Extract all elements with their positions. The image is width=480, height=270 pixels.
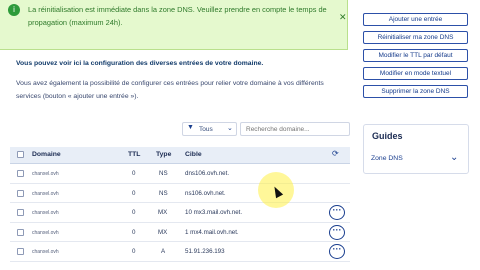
- success-alert: i La réinitialisation est immédiate dans…: [0, 0, 348, 50]
- cell-target: ns106.ovh.net.: [185, 189, 226, 197]
- cell-ttl: 0: [132, 248, 136, 255]
- cell-type: MX: [158, 228, 168, 236]
- cell-domain: chanxel.ovh: [32, 249, 59, 255]
- cell-domain: chanxel.ovh: [32, 171, 59, 177]
- cell-domain: chanxel.ovh: [32, 210, 59, 216]
- dns-records-table: Domaine TTL Type Cible ⟳ chanxel.ovh 0 N…: [10, 147, 350, 262]
- cell-type: A: [161, 248, 166, 255]
- cell-target: dns106.ovh.net.: [185, 170, 230, 177]
- table-header: Domaine TTL Type Cible ⟳: [10, 147, 350, 164]
- chevron-down-icon[interactable]: ⌄: [450, 152, 458, 163]
- cell-ttl: 0: [132, 209, 136, 216]
- cell-domain: chanxel.ovh: [32, 229, 59, 236]
- modify-default-ttl-button[interactable]: Modifier le TTL par défaut: [363, 49, 468, 62]
- cell-ttl: 0: [132, 170, 136, 177]
- guides-item-dns-zone[interactable]: Zone DNS: [371, 155, 403, 162]
- row-checkbox[interactable]: [17, 248, 24, 255]
- close-icon[interactable]: ✕: [339, 12, 347, 23]
- search-domain-input[interactable]: [240, 122, 350, 136]
- cell-ttl: 0: [132, 228, 136, 236]
- filter-label: Tous: [199, 126, 213, 133]
- column-type[interactable]: Type: [156, 151, 171, 158]
- row-checkbox[interactable]: [17, 209, 24, 216]
- cell-type: MX: [158, 209, 168, 216]
- description-text: Vous avez également la possibilité de co…: [16, 80, 324, 100]
- table-row: chanxel.ovh 0 MX 10 mx3.mail.ovh.net. ··…: [10, 203, 350, 223]
- modify-text-mode-button[interactable]: Modifier en mode textuel: [363, 67, 468, 80]
- row-actions-button[interactable]: ···: [329, 244, 345, 259]
- row-checkbox[interactable]: [17, 189, 24, 197]
- delete-dns-zone-button[interactable]: Supprimer la zone DNS: [363, 85, 468, 98]
- row-actions-button[interactable]: ···: [329, 205, 345, 220]
- chevron-down-icon: ⌄: [227, 125, 233, 132]
- alert-text: La réinitialisation est immédiate dans l…: [28, 5, 327, 27]
- select-all-checkbox[interactable]: [17, 151, 24, 158]
- column-domain[interactable]: Domaine: [32, 151, 61, 158]
- table-row: chanxel.ovh 0 NS dns106.ovh.net.: [10, 164, 350, 184]
- refresh-icon[interactable]: ⟳: [332, 149, 339, 158]
- cell-ttl: 0: [132, 189, 136, 197]
- intro-text: Vous pouvez voir ici la configuration de…: [16, 60, 264, 67]
- reset-dns-zone-button[interactable]: Réinitialiser ma zone DNS: [363, 31, 468, 44]
- row-actions-button[interactable]: ···: [329, 224, 345, 240]
- column-target[interactable]: Cible: [185, 151, 202, 158]
- row-checkbox[interactable]: [17, 170, 24, 177]
- filter-icon: ▼: [187, 124, 194, 131]
- column-ttl[interactable]: TTL: [128, 151, 140, 158]
- guides-panel: Guides Zone DNS ⌄: [363, 124, 469, 174]
- info-icon: i: [8, 4, 20, 16]
- table-row: chanxel.ovh 0 A 51.91.236.193 ···: [10, 242, 350, 262]
- guides-title: Guides: [372, 131, 403, 141]
- cell-target: 10 mx3.mail.ovh.net.: [185, 209, 243, 216]
- row-checkbox[interactable]: [17, 228, 24, 236]
- type-filter-select[interactable]: ▼ Tous ⌄: [182, 122, 237, 136]
- cell-target: 51.91.236.193: [185, 248, 225, 255]
- cell-type: NS: [159, 170, 168, 177]
- add-entry-button[interactable]: Ajouter une entrée: [363, 13, 468, 26]
- cell-domain: chanxel.ovh: [32, 190, 59, 197]
- cell-target: 1 mx4.mail.ovh.net.: [185, 228, 239, 236]
- table-row: chanxel.ovh 0 NS ns106.ovh.net.: [10, 184, 350, 203]
- cell-type: NS: [159, 189, 168, 197]
- table-row: chanxel.ovh 0 MX 1 mx4.mail.ovh.net. ···: [10, 223, 350, 242]
